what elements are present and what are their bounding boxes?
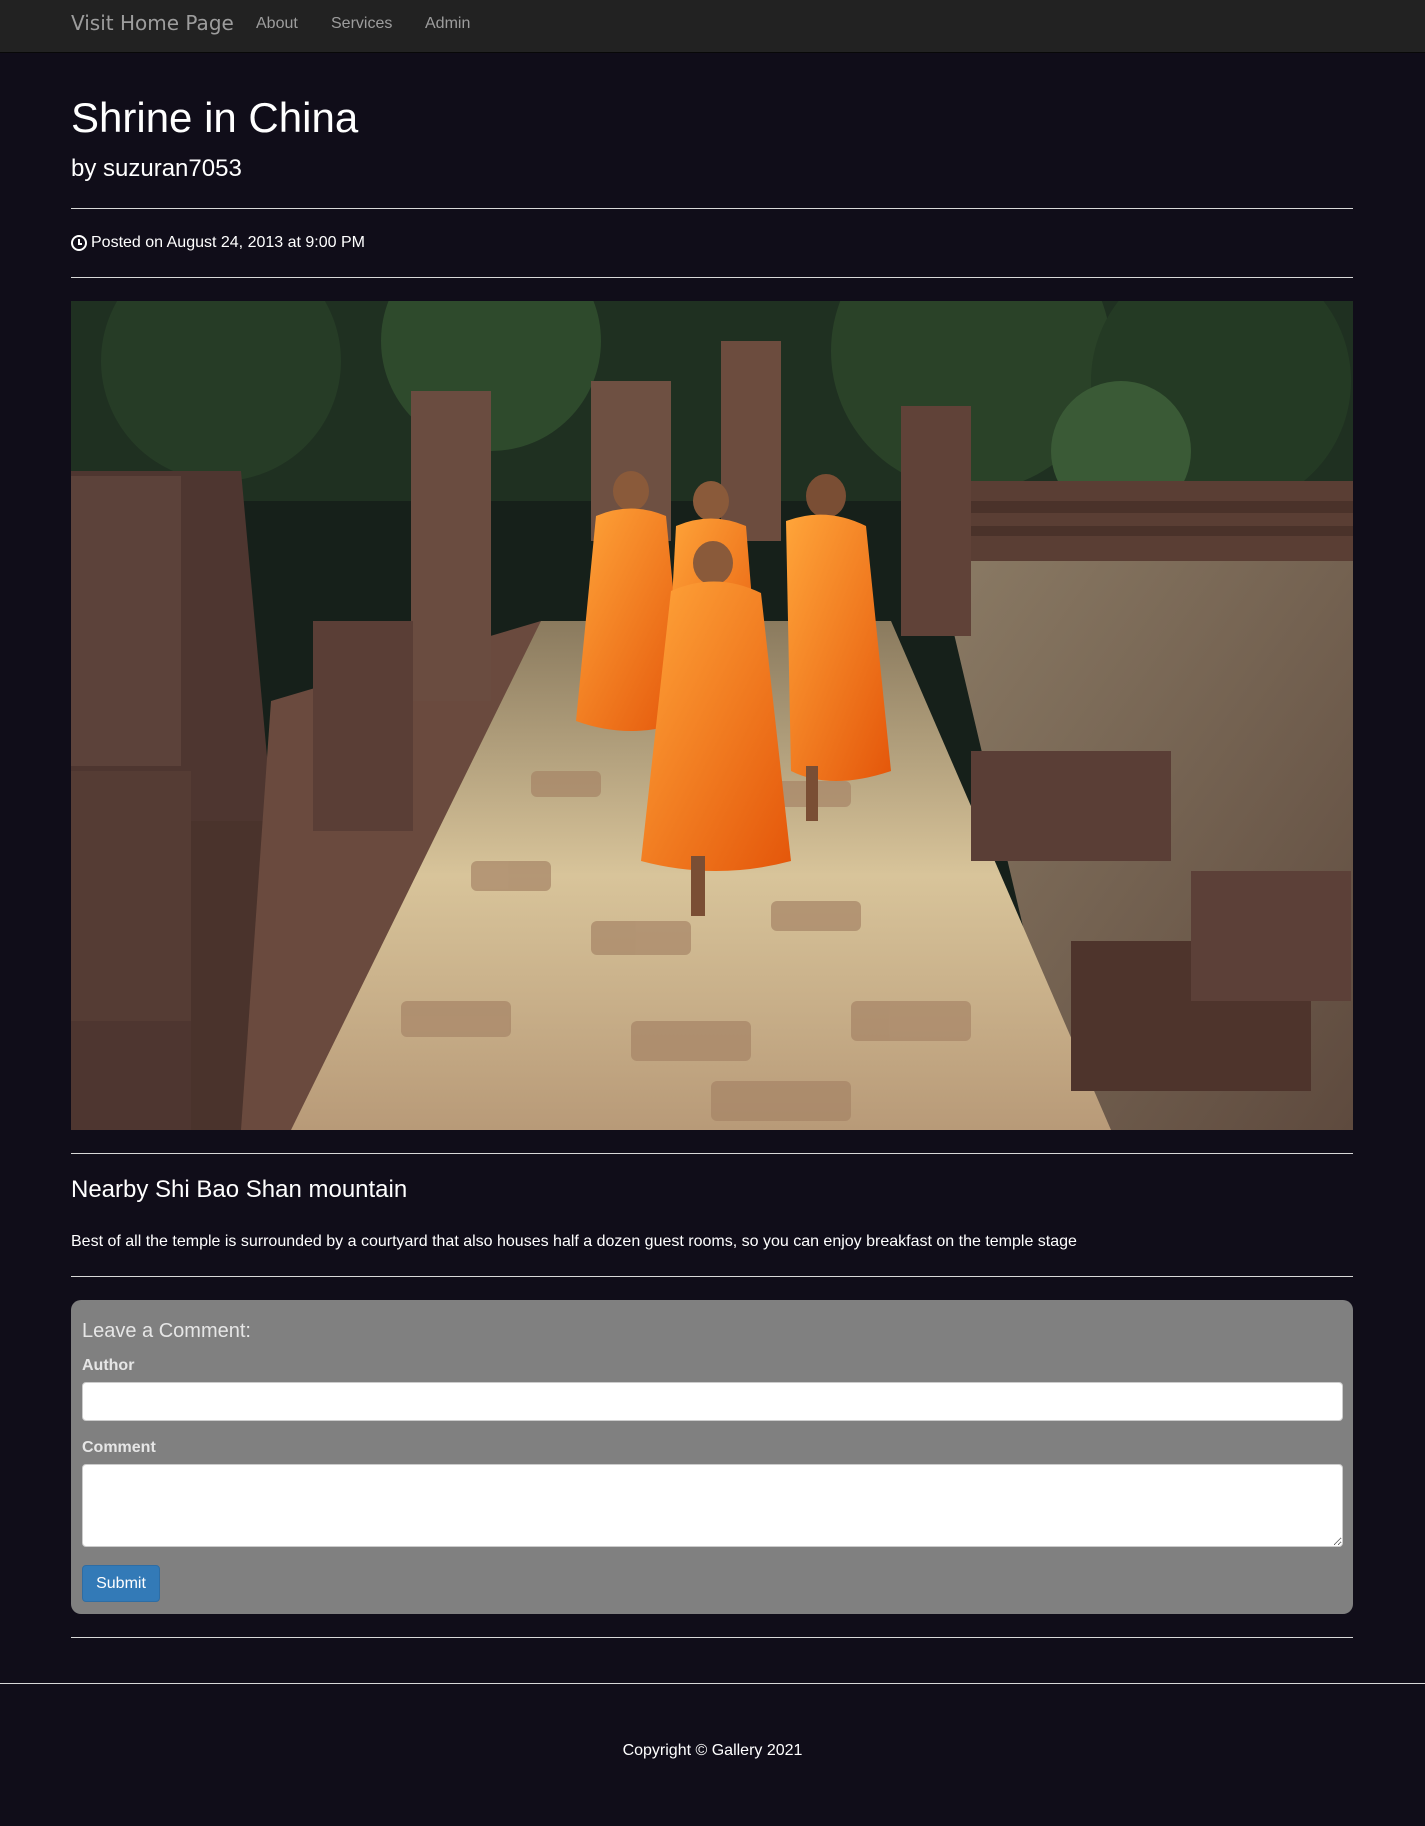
nav-services[interactable]: Services — [331, 15, 392, 33]
post-image — [71, 301, 1353, 1130]
page-title: Shrine in China — [71, 94, 359, 141]
author-input[interactable] — [82, 1382, 1343, 1421]
comment-form: Leave a Comment: Author Comment Submit — [71, 1300, 1353, 1614]
brand-link[interactable]: Visit Home Page — [71, 11, 234, 35]
footer-divider — [0, 1683, 1425, 1684]
divider — [71, 277, 1353, 278]
author-label: Author — [82, 1357, 135, 1374]
post-image-art — [71, 301, 1353, 1130]
divider — [71, 1637, 1353, 1638]
comment-form-heading: Leave a Comment: — [82, 1320, 251, 1342]
divider — [71, 208, 1353, 209]
divider — [71, 1276, 1353, 1277]
submit-button[interactable]: Submit — [82, 1565, 160, 1602]
clock-icon — [71, 235, 87, 251]
post-subtitle: Nearby Shi Bao Shan mountain — [71, 1176, 408, 1203]
post-date: Posted on August 24, 2013 at 9:00 PM — [71, 234, 365, 252]
post-author: by suzuran7053 — [71, 155, 242, 182]
post-date-text: Posted on August 24, 2013 at 9:00 PM — [91, 234, 365, 251]
nav-about[interactable]: About — [256, 15, 298, 33]
footer-copyright: Copyright © Gallery 2021 — [622, 1742, 803, 1759]
divider — [71, 1153, 1353, 1154]
comment-label: Comment — [82, 1439, 156, 1456]
top-navbar: Visit Home Page About Services Admin — [0, 0, 1425, 53]
comment-textarea[interactable] — [82, 1464, 1343, 1547]
post-description: Best of all the temple is surrounded by … — [71, 1233, 1077, 1250]
nav-admin[interactable]: Admin — [425, 15, 470, 33]
